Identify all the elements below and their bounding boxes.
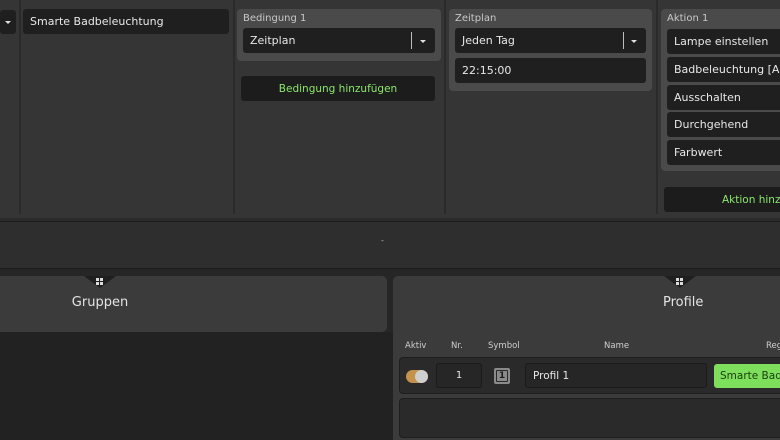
profile-symbol-icon[interactable]: 1	[494, 368, 510, 384]
schedule-time-input[interactable]: 22:15:00	[455, 58, 646, 83]
toggle-knob	[415, 370, 428, 383]
schedule-repeat-value: Jeden Tag	[462, 34, 515, 47]
action-color-field[interactable]: Farbwert	[667, 140, 780, 165]
profile-number-field[interactable]: 1	[436, 363, 482, 388]
schedule-title: Zeitplan	[455, 13, 497, 24]
left-dropdown[interactable]	[0, 10, 16, 34]
profile-name-field[interactable]: Profil 1	[525, 363, 707, 388]
add-condition-button[interactable]: Bedingung hinzufügen	[241, 76, 435, 101]
condition-title: Bedingung 1	[243, 13, 307, 24]
chevron-down-icon	[420, 40, 426, 43]
condition-type-value: Zeitplan	[250, 34, 296, 47]
column-header-number: Nr.	[451, 341, 463, 351]
footer-marker: -	[381, 236, 384, 245]
column-divider	[444, 0, 446, 214]
profiles-title: Profile	[663, 295, 704, 310]
column-header-rules: Reg	[766, 341, 780, 351]
active-toggle[interactable]	[406, 370, 428, 383]
dropdown-separator	[623, 32, 624, 49]
chevron-down-icon	[5, 20, 11, 24]
action-duration-field[interactable]: Durchgehend	[667, 112, 780, 137]
groups-content	[0, 332, 393, 440]
profile-rule-chip[interactable]: Smarte Badbe	[714, 364, 780, 388]
profile-symbol-label: 1	[496, 370, 508, 382]
rule-footer-bar	[0, 221, 780, 269]
action-target-field[interactable]: Badbeleuchtung [A1|Z1	[667, 57, 780, 82]
condition-type-select[interactable]: Zeitplan	[243, 28, 435, 53]
schedule-repeat-select[interactable]: Jeden Tag	[455, 28, 646, 53]
action-type-field[interactable]: Lampe einstellen	[667, 29, 780, 54]
groups-title: Gruppen	[71, 295, 129, 310]
column-header-symbol: Symbol	[488, 341, 520, 351]
grid-icon	[96, 278, 103, 285]
chevron-down-icon	[631, 40, 637, 43]
dropdown-separator	[411, 32, 412, 49]
column-divider	[233, 0, 235, 214]
grid-icon	[676, 278, 683, 285]
column-header-name: Name	[604, 341, 630, 351]
action-state-field[interactable]: Ausschalten	[667, 85, 780, 110]
rule-name-input[interactable]: Smarte Badbeleuchtung	[23, 9, 229, 34]
add-action-button[interactable]: Aktion hinzuf	[664, 187, 780, 212]
action-title: Aktion 1	[667, 13, 709, 24]
column-divider	[656, 0, 658, 214]
table-row	[399, 398, 780, 438]
column-divider	[19, 0, 21, 214]
column-header-active: Aktiv	[405, 341, 427, 351]
